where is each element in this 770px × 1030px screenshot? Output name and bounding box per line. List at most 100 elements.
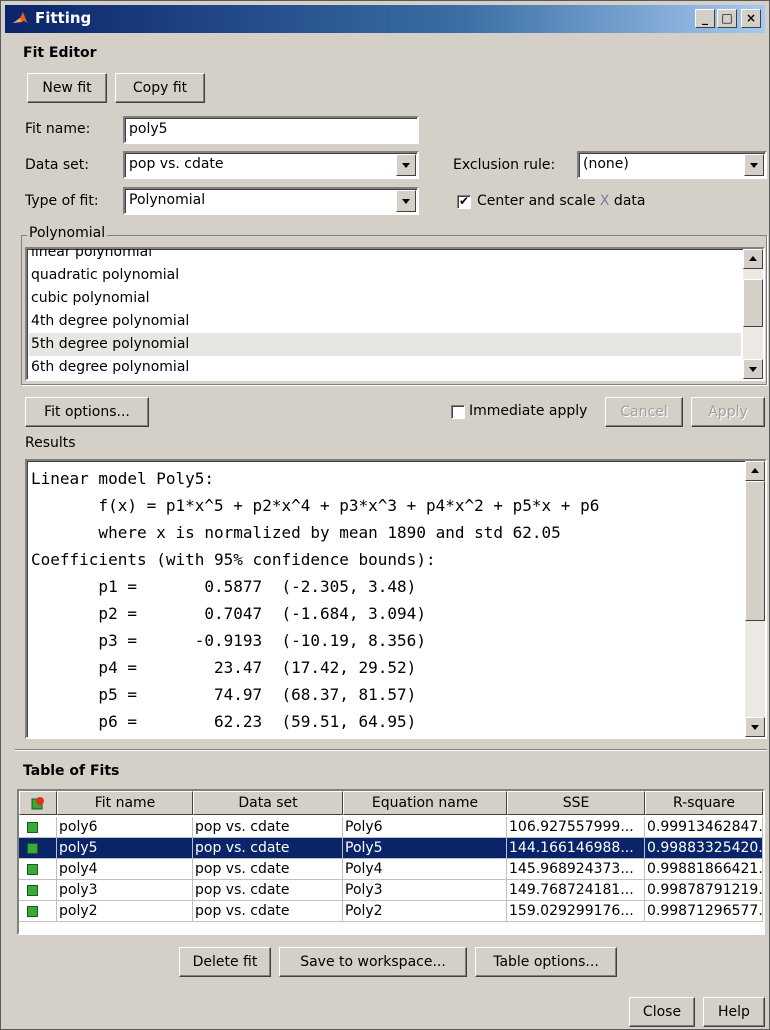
center-scale-checkbox[interactable]: ✔ [457,194,471,209]
new-fit-button[interactable]: New fit [27,73,107,103]
results-line: Linear model Poly5: [31,469,215,488]
fit-plotted-icon [27,843,38,854]
r-square-cell: 0.99871296577... [645,901,763,922]
equation-cell: Poly6 [343,817,507,838]
scroll-up-icon[interactable] [743,249,763,269]
type-of-fit-dropdown[interactable]: Polynomial [123,187,419,215]
type-of-fit-value: Polynomial [129,192,206,208]
column-header-sse[interactable]: SSE [507,791,645,815]
sse-cell: 149.768724181... [507,880,645,901]
data-set-cell: pop vs. cdate [193,817,343,838]
table-row[interactable]: poly4 pop vs. cdate Poly4 145.968924373.… [19,859,763,880]
exclusion-rule-label: Exclusion rule: [453,157,556,173]
results-scrollbar[interactable] [745,461,765,737]
exclusion-rule-dropdown[interactable]: (none) [577,151,767,179]
results-line: where x is normalized by mean 1890 and s… [31,523,561,542]
results-line: p6 = 62.23 (59.51, 64.95) [31,712,417,731]
list-item[interactable]: 4th degree polynomial [29,310,741,333]
fit-name-field[interactable]: poly5 [123,116,419,144]
fit-status-cell[interactable] [19,817,57,838]
column-header-fit-name[interactable]: Fit name [57,791,193,815]
fit-status-cell[interactable] [19,838,57,859]
fit-status-cell[interactable] [19,859,57,880]
fit-name-cell: poly4 [57,859,193,880]
immediate-apply-label: Immediate apply [469,403,588,419]
table-row[interactable]: poly3 pop vs. cdate Poly3 149.768724181.… [19,880,763,901]
fit-name-cell: poly5 [57,838,193,859]
table-options-button[interactable]: Table options... [475,947,617,977]
table-row-selected[interactable]: poly5 pop vs. cdate Poly5 144.166146988.… [19,838,763,859]
column-header-equation-name[interactable]: Equation name [343,791,507,815]
scroll-thumb[interactable] [745,481,765,621]
list-item[interactable]: 6th degree polynomial [29,356,741,379]
status-column-header[interactable] [19,791,57,815]
fit-options-button[interactable]: Fit options... [25,397,149,427]
minimize-button[interactable]: _ [695,9,715,28]
equation-cell: Poly5 [343,838,507,859]
list-item[interactable]: cubic polynomial [29,287,741,310]
maximize-button[interactable]: □ [717,9,737,28]
results-line: p2 = 0.7047 (-1.684, 3.094) [31,604,426,623]
fit-plotted-icon [27,906,38,917]
table-row[interactable]: poly6 pop vs. cdate Poly6 106.927557999.… [19,817,763,838]
window-title: Fitting [35,9,92,27]
apply-button[interactable]: Apply [691,397,765,427]
copy-fit-button[interactable]: Copy fit [115,73,205,103]
checkmark-icon: ✔ [459,194,470,208]
fit-name-cell: poly3 [57,880,193,901]
center-scale-label: Center and scale X data [477,193,646,209]
list-item[interactable]: linear polynomial [29,249,741,264]
fit-name-cell: poly2 [57,901,193,922]
help-button[interactable]: Help [703,997,765,1027]
list-item-selected[interactable]: 5th degree polynomial [29,333,741,356]
column-header-data-set[interactable]: Data set [193,791,343,815]
fit-status-cell[interactable] [19,880,57,901]
data-set-cell: pop vs. cdate [193,901,343,922]
polynomial-group-label: Polynomial [27,225,108,241]
results-line: Coefficients (with 95% confidence bounds… [31,550,436,569]
chevron-down-icon[interactable] [396,154,416,176]
delete-fit-button[interactable]: Delete fit [179,947,271,977]
sse-cell: 106.927557999... [507,817,645,838]
matlab-logo-icon [13,12,30,24]
r-square-cell: 0.99913462847... [645,817,763,838]
r-square-cell: 0.99883325420... [645,838,763,859]
fit-plotted-icon [27,885,38,896]
title-bar[interactable]: Fitting _ □ × [5,5,765,33]
results-line: f(x) = p1*x^5 + p2*x^4 + p3*x^3 + p4*x^2… [31,496,600,515]
results-line: p1 = 0.5877 (-2.305, 3.48) [31,577,417,596]
scroll-down-icon[interactable] [743,359,763,379]
fit-status-cell[interactable] [19,901,57,922]
scroll-down-icon[interactable] [745,717,765,737]
type-of-fit-label: Type of fit: [25,193,99,209]
data-set-dropdown[interactable]: pop vs. cdate [123,151,419,179]
fit-name-cell: poly6 [57,817,193,838]
save-to-workspace-button[interactable]: Save to workspace... [279,947,467,977]
r-square-cell: 0.99878791219... [645,880,763,901]
column-header-r-square[interactable]: R-square [645,791,763,815]
table-of-fits[interactable]: Fit name Data set Equation name SSE R-sq… [17,789,765,935]
scroll-up-icon[interactable] [745,461,765,481]
results-line: p3 = -0.9193 (-10.19, 8.356) [31,631,426,650]
results-line: p5 = 74.97 (68.37, 81.57) [31,685,417,704]
fitting-window: Fitting _ □ × Fit Editor New fit Copy fi… [0,0,770,1030]
results-textbox[interactable]: Linear model Poly5: f(x) = p1*x^5 + p2*x… [25,459,767,739]
data-set-label: Data set: [25,157,89,173]
close-button[interactable]: Close [629,997,695,1027]
scroll-thumb[interactable] [743,279,763,327]
cancel-button[interactable]: Cancel [605,397,683,427]
results-line: p4 = 23.47 (17.42, 29.52) [31,658,417,677]
table-row[interactable]: poly2 pop vs. cdate Poly2 159.029299176.… [19,901,763,922]
immediate-apply-checkbox[interactable] [451,405,465,419]
polynomial-scrollbar[interactable] [743,249,763,379]
data-set-cell: pop vs. cdate [193,838,343,859]
equation-cell: Poly4 [343,859,507,880]
chevron-down-icon[interactable] [396,190,416,212]
polynomial-listbox[interactable]: linear polynomial quadratic polynomial c… [25,247,765,381]
r-square-cell: 0.99881866421... [645,859,763,880]
chevron-down-icon[interactable] [744,154,764,176]
exclusion-rule-value: (none) [583,156,629,172]
list-item[interactable]: quadratic polynomial [29,264,741,287]
close-window-button[interactable]: × [741,9,761,28]
sse-cell: 144.166146988... [507,838,645,859]
